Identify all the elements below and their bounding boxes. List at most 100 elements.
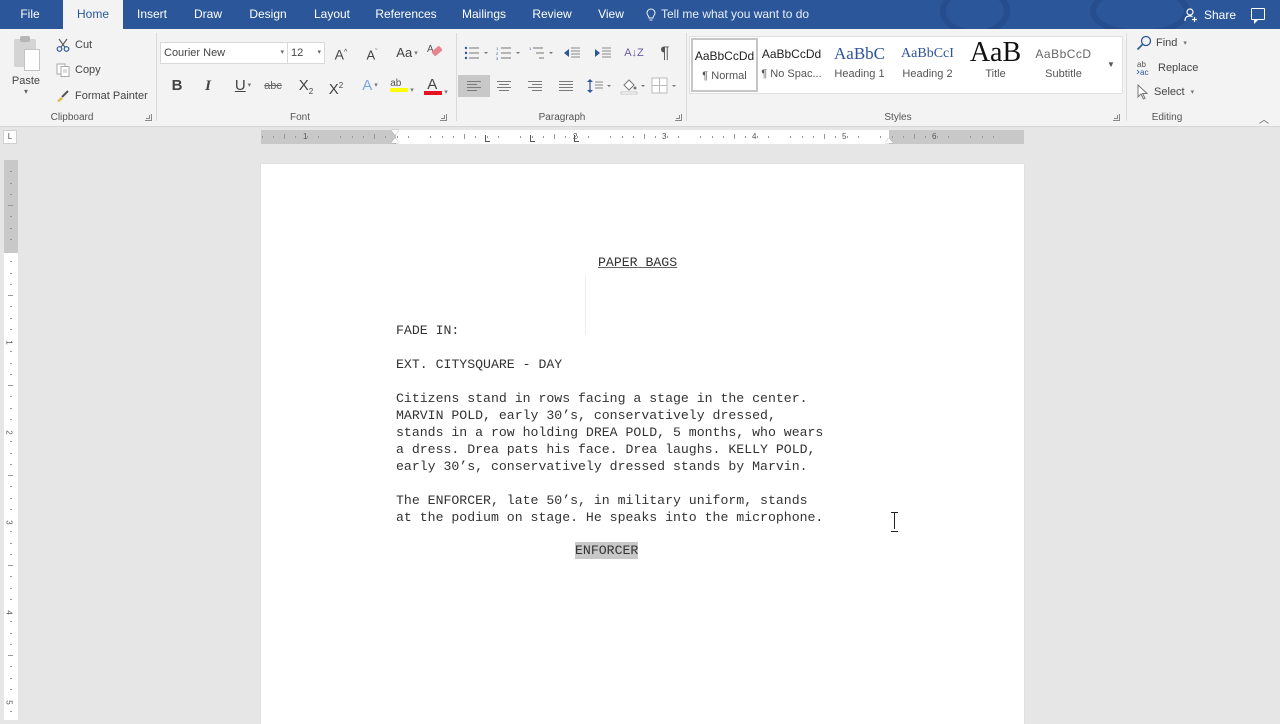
ibeam-cursor-icon [891,512,899,532]
ruler-tick [790,136,792,138]
font-dialog-launcher[interactable] [440,114,447,121]
sort-button[interactable]: A↓Z [624,42,644,64]
cursor-arrow-icon [1137,84,1149,100]
subscript-digit: 2 [308,87,314,96]
vertical-ruler[interactable]: 1 2 3 4 5 [4,160,18,720]
text-effects-button[interactable]: A ▾ [356,75,384,97]
format-painter-button[interactable]: Format Painter [56,86,148,106]
ruler-number: 3 [4,520,14,525]
action-line[interactable]: Citizens stand in rows facing a stage in… [396,390,808,407]
numbering-button[interactable]: 123 [494,42,524,64]
horizontal-ruler[interactable]: 1 2 3 4 5 6 [261,130,1024,144]
tab-mailings[interactable]: Mailings [456,0,512,29]
share-button[interactable]: Share [1184,0,1236,29]
ruler-tick [655,136,657,138]
subscript-button[interactable]: X2 [295,75,317,97]
styles-group-label: Styles [884,112,912,123]
styles-more-button[interactable]: ▼ [1099,36,1123,94]
tab-selector[interactable]: L [3,130,17,144]
action-line[interactable]: a dress. Drea pats his face. Drea laughs… [396,441,815,458]
comment-icon[interactable] [1251,8,1265,24]
ruler-tick [812,136,814,138]
tab-view[interactable]: View [592,0,630,29]
shading-button[interactable] [619,75,649,97]
highlighter-icon: ab [390,75,409,95]
select-button[interactable]: Select ▾ [1136,82,1194,102]
style-subtitle[interactable]: AaBbCcD Subtitle [1030,38,1097,92]
line-spacing-button[interactable] [586,75,614,97]
paste-button[interactable]: Paste ▾ [6,33,46,105]
justify-button[interactable] [554,75,578,97]
paragraph-dialog-launcher[interactable] [675,114,682,121]
first-line-indent-marker[interactable] [391,130,399,135]
show-formatting-marks-button[interactable]: ¶ [655,42,675,64]
align-left-icon [467,81,481,91]
change-case-icon: Aa [396,45,413,60]
bold-button[interactable]: B [167,75,187,97]
styles-dialog-launcher[interactable] [1113,114,1120,121]
replace-button[interactable]: ab ac Replace [1136,58,1198,78]
ruler-tick [351,136,353,138]
tab-references[interactable]: References [372,0,440,29]
script-title[interactable]: PAPER BAGS [598,254,677,271]
superscript-button[interactable]: X2 [325,75,347,98]
strikethrough-button[interactable]: abc [262,75,284,97]
action-line[interactable]: stands in a row holding DREA POLD, 5 mon… [396,424,823,441]
grow-font-button[interactable]: A^ [331,42,351,64]
action-line[interactable]: The ENFORCER, late 50’s, in military uni… [396,492,808,509]
style-title[interactable]: AaB Title [962,38,1029,92]
format-painter-label: Format Painter [75,90,148,102]
align-right-button[interactable] [523,75,547,97]
align-center-button[interactable] [492,75,516,97]
cut-button[interactable]: Cut [56,35,92,55]
right-indent-marker[interactable] [885,138,893,143]
action-line[interactable]: at the podium on stage. He speaks into t… [396,509,823,526]
font-family-select[interactable]: Courier New ▾ [160,42,288,64]
ruler-tick [10,227,12,229]
tab-home[interactable]: Home [63,0,123,30]
chevron-down-icon[interactable]: ▾ [6,87,46,96]
change-case-button[interactable]: Aa ▾ [392,42,422,64]
clear-formatting-button[interactable]: A [425,42,445,64]
tab-layout[interactable]: Layout [307,0,357,29]
shrink-font-button[interactable]: Aˇ [362,42,382,64]
style-heading-2[interactable]: AaBbCcI Heading 2 [894,38,961,92]
font-color-button[interactable]: A ▾ [420,75,452,97]
tab-file[interactable]: File [12,0,48,29]
paragraph-group-label: Paragraph [538,112,586,123]
style-no-spacing[interactable]: AaBbCcDd ¶ No Spac... [758,38,825,92]
transition-line[interactable]: FADE IN: [396,322,459,339]
copy-button[interactable]: Copy [56,60,101,80]
ruler-tick [835,136,837,138]
italic-button[interactable]: I [198,75,218,97]
character-name-selected[interactable]: ENFORCER [575,542,639,559]
tab-design[interactable]: Design [242,0,294,29]
align-left-button[interactable] [458,75,490,97]
style-normal[interactable]: AaBbCcDd ¶ Normal [691,38,758,92]
find-button[interactable]: Find ▾ [1136,33,1187,53]
increase-indent-button[interactable] [592,42,614,64]
style-heading-1[interactable]: AaBbC Heading 1 [826,38,893,92]
tell-me-search[interactable]: Tell me what you want to do [646,0,809,29]
multilevel-list-button[interactable]: 1 [527,42,557,64]
tab-draw[interactable]: Draw [188,0,228,29]
borders-button[interactable] [650,75,680,97]
ruler-tick [10,486,12,488]
underline-button[interactable]: U ▾ [227,75,259,97]
decrease-indent-button[interactable] [561,42,583,64]
tab-insert[interactable]: Insert [130,0,174,29]
action-line[interactable]: early 30’s, conservatively dressed stand… [396,458,808,475]
hanging-indent-marker[interactable] [391,138,399,143]
bullets-button[interactable] [462,42,492,64]
replace-label: Replace [1158,62,1199,74]
highlight-color-button[interactable]: ab ▾ [386,75,418,97]
scene-heading[interactable]: EXT. CITYSQUARE - DAY [396,356,562,373]
ruler-tick [10,272,12,274]
tab-review[interactable]: Review [528,0,576,29]
ruler-tick [10,643,12,645]
group-divider [1126,33,1127,121]
clipboard-dialog-launcher[interactable] [145,114,152,121]
action-line[interactable]: MARVIN POLD, early 30’s, conservatively … [396,407,776,424]
collapse-ribbon-button[interactable]: ︿ [1259,111,1269,126]
font-size-select[interactable]: 12 ▾ [287,42,325,64]
